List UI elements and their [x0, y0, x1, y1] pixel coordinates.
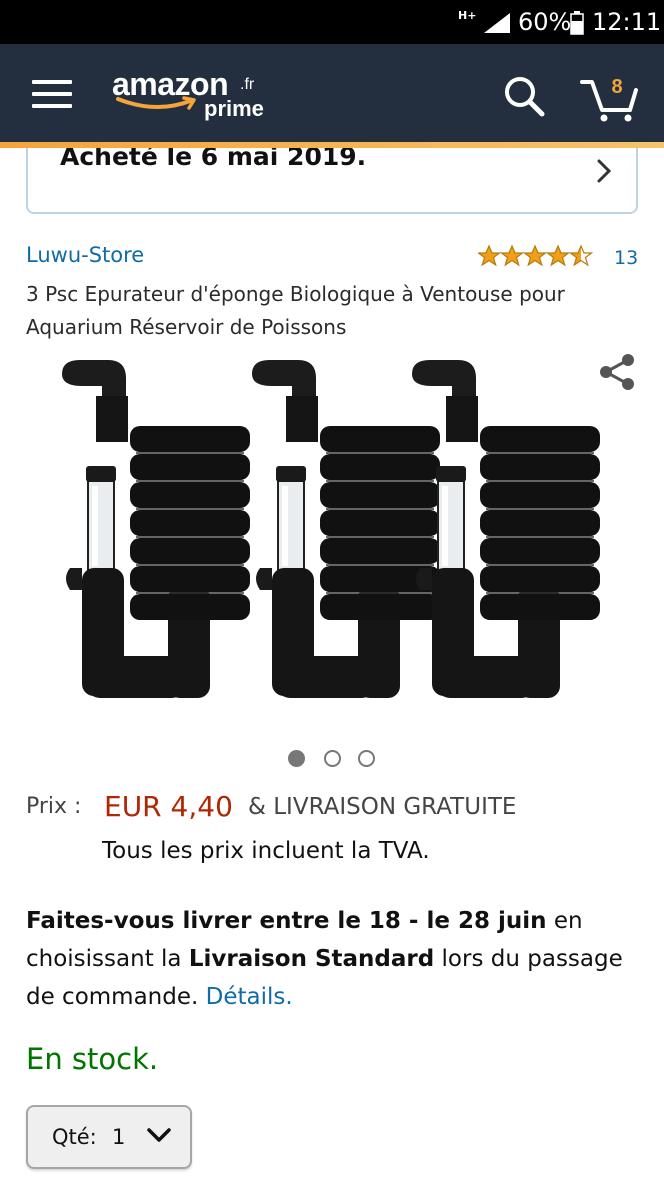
logo-prime: prime	[204, 96, 264, 121]
battery-icon	[570, 11, 584, 35]
delivery-details-link[interactable]: Détails.	[206, 984, 293, 1010]
star-icon	[478, 244, 502, 267]
star-icon	[522, 244, 548, 267]
smile-icon	[116, 96, 196, 110]
vat-note: Tous les prix incluent la TVA.	[102, 838, 430, 864]
order-date: Acheté le 6 mai 2019.	[60, 148, 367, 171]
status-bar: H+ 60% 12:11	[0, 0, 664, 44]
quantity-label: Qté:	[52, 1125, 97, 1149]
star-icon	[545, 244, 571, 267]
star-icon	[499, 244, 525, 267]
logo-tld: .fr	[240, 76, 255, 93]
store-link[interactable]: Luwu-Store	[26, 243, 144, 267]
amazon-prime-logo[interactable]: amazon .fr prime	[112, 66, 282, 126]
price-row: Prix : EUR 4,40 & LIVRAISON GRATUITE	[26, 790, 646, 826]
star-rating[interactable]	[478, 244, 594, 270]
chevron-right-icon	[597, 159, 612, 183]
half-star-icon	[568, 244, 594, 267]
app-header: amazon .fr prime 8	[0, 44, 664, 148]
carousel-dot-3[interactable]	[358, 750, 375, 767]
delivery-method: Livraison Standard	[188, 946, 435, 972]
image-carousel-dots	[288, 750, 378, 768]
rating-count[interactable]: 13	[614, 247, 638, 269]
sponge-filter-illustration	[62, 360, 250, 698]
clock: 12:11	[592, 8, 662, 36]
stock-status: En stock.	[26, 1042, 159, 1076]
cart-button[interactable]: 8	[578, 74, 642, 124]
previous-order-card[interactable]: Acheté le 6 mai 2019.	[26, 148, 638, 214]
product-image[interactable]	[56, 356, 606, 720]
search-icon[interactable]	[502, 74, 546, 118]
delivery-info: Faites-vous livrer entre le 18 - le 28 j…	[26, 902, 646, 1016]
share-icon[interactable]	[596, 352, 640, 392]
price-value: EUR 4,40	[104, 790, 233, 823]
network-type: H+	[458, 9, 477, 22]
menu-icon[interactable]	[32, 80, 72, 110]
battery-percent: 60%	[518, 8, 572, 36]
price-label: Prix :	[26, 794, 82, 819]
quantity-select[interactable]: Qté: 1	[26, 1105, 192, 1169]
free-shipping-label: & LIVRAISON GRATUITE	[248, 794, 517, 820]
carousel-dot-2[interactable]	[324, 750, 341, 767]
cart-count: 8	[611, 76, 623, 98]
delivery-dates: Faites-vous livrer entre le 18 - le 28 j…	[26, 908, 547, 934]
signal-icon	[484, 13, 510, 33]
product-title: 3 Psc Epurateur d'éponge Biologique à Ve…	[26, 282, 565, 339]
chevron-down-icon	[147, 1128, 171, 1142]
carousel-dot-1[interactable]	[288, 750, 305, 767]
quantity-value: 1	[112, 1125, 126, 1149]
